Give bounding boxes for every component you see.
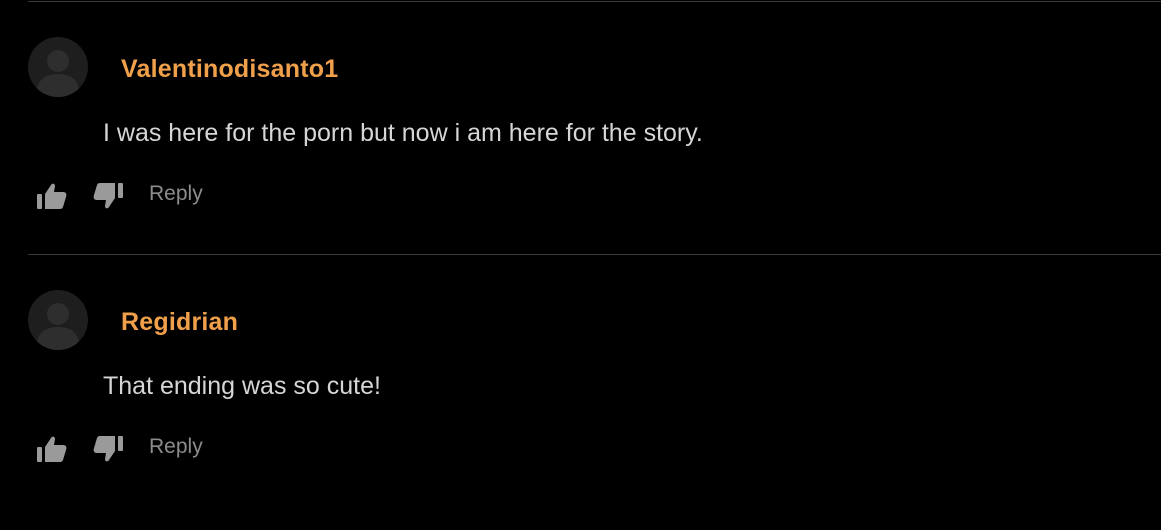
comment-username[interactable]: Regidrian [121,308,238,337]
comment-item: Regidrian That ending was so cute! Reply [0,290,1161,530]
thumbs-up-icon [37,183,67,209]
reply-button[interactable]: Reply [149,435,203,459]
like-button[interactable] [36,181,68,211]
user-silhouette-icon [36,303,80,350]
dislike-button[interactable] [92,434,124,464]
thumbs-down-icon [93,183,123,209]
avatar[interactable] [28,37,88,97]
user-silhouette-icon [36,50,80,97]
reply-button[interactable]: Reply [149,182,203,206]
comment-text: That ending was so cute! [103,372,381,400]
top-divider [28,1,1161,2]
dislike-button[interactable] [92,181,124,211]
thumbs-up-icon [37,436,67,462]
thumbs-down-icon [93,436,123,462]
like-button[interactable] [36,434,68,464]
comment-divider [28,254,1161,255]
comment-username[interactable]: Valentinodisanto1 [121,55,338,84]
comment-item: Valentinodisanto1 I was here for the por… [0,37,1161,277]
avatar[interactable] [28,290,88,350]
comment-text: I was here for the porn but now i am her… [103,119,703,147]
